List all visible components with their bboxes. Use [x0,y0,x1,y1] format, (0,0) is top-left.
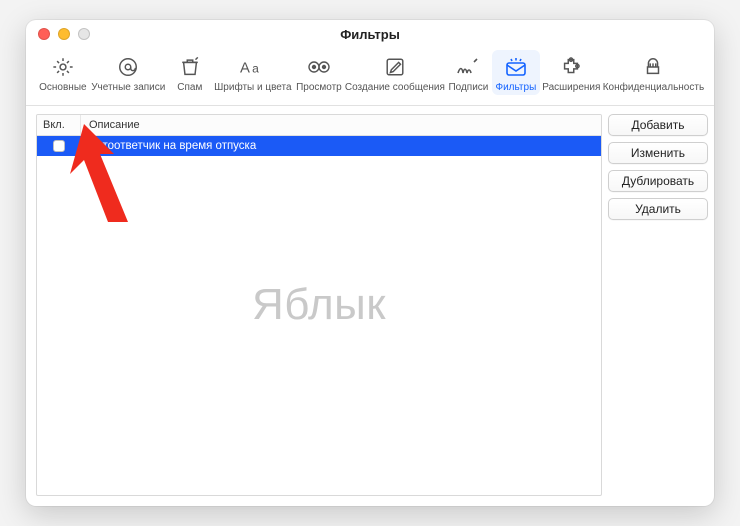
puzzle-icon [558,54,584,80]
rule-enabled-cell [37,140,81,152]
svg-text:A: A [240,61,250,77]
tab-viewing[interactable]: Просмотр [293,50,345,95]
column-enabled[interactable]: Вкл. [37,115,81,135]
tab-label: Фильтры [495,82,536,93]
zoom-icon[interactable] [78,28,90,40]
tab-label: Конфиденциальность [603,82,704,93]
column-description[interactable]: Описание [81,115,601,135]
content-area: Вкл. Описание Автоответчик на время отпу… [26,106,714,506]
edit-button[interactable]: Изменить [608,142,708,164]
tab-fonts[interactable]: Aa Шрифты и цвета [213,50,293,95]
gear-icon [50,54,76,80]
close-icon[interactable] [38,28,50,40]
preferences-window: Фильтры Основные Учетные записи Спам Aa Шриф… [26,20,714,506]
delete-button[interactable]: Удалить [608,198,708,220]
tab-label: Шрифты и цвета [214,82,291,93]
preferences-toolbar: Основные Учетные записи Спам Aa Шрифты и цве… [26,48,714,106]
tab-label: Расширения [542,82,600,93]
tab-privacy[interactable]: Конфиденциальность [603,50,704,95]
tab-label: Спам [177,82,202,93]
rules-list[interactable]: Вкл. Описание Автоответчик на время отпу… [36,114,602,496]
tab-label: Учетные записи [91,82,165,93]
tab-accounts[interactable]: Учетные записи [90,50,167,95]
rules-rows: Автоответчик на время отпуска [37,136,601,156]
tab-label: Подписи [448,82,488,93]
tab-junk[interactable]: Спам [167,50,213,95]
window-title: Фильтры [340,27,400,42]
tab-label: Основные [39,82,86,93]
rule-enabled-checkbox[interactable] [53,140,65,152]
tab-label: Создание сообщения [345,82,445,93]
tab-compose[interactable]: Создание сообщения [345,50,445,95]
tab-label: Просмотр [296,82,342,93]
titlebar: Фильтры [26,20,714,48]
watermark-text: Яблык [252,280,386,330]
aa-icon: Aa [240,54,266,80]
window-controls [38,28,90,40]
envelope-sparkle-icon [503,54,529,80]
tab-ext[interactable]: Расширения [540,50,603,95]
signature-icon [455,54,481,80]
rule-description: Автоответчик на время отпуска [81,140,601,152]
hand-icon [640,54,666,80]
bin-icon [177,54,203,80]
svg-text:a: a [252,62,259,76]
table-row[interactable]: Автоответчик на время отпуска [37,136,601,156]
compose-icon [382,54,408,80]
duplicate-button[interactable]: Дублировать [608,170,708,192]
tab-general[interactable]: Основные [36,50,90,95]
eyes-icon [306,54,332,80]
tab-rules[interactable]: Фильтры [492,50,540,95]
rule-action-buttons: Добавить Изменить Дублировать Удалить [608,114,708,496]
at-icon [115,54,141,80]
tab-sigs[interactable]: Подписи [445,50,492,95]
add-button[interactable]: Добавить [608,114,708,136]
rules-list-header: Вкл. Описание [37,115,601,136]
minimize-icon[interactable] [58,28,70,40]
